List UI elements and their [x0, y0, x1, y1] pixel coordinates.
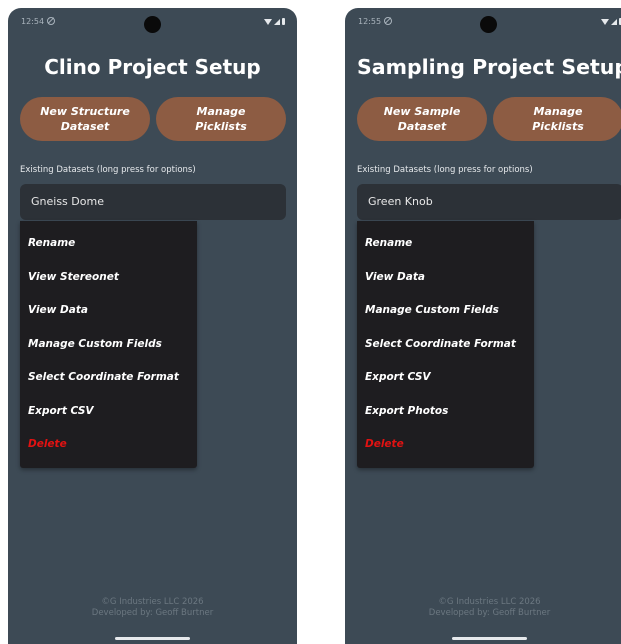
status-time: 12:55 — [358, 17, 393, 26]
menu-item-manage-custom-fields[interactable]: Manage Custom Fields — [365, 304, 499, 316]
existing-datasets-label: Existing Datasets (long press for option… — [357, 165, 533, 175]
page-title: Clino Project Setup — [44, 55, 261, 79]
menu-item-delete[interactable]: Delete — [28, 438, 67, 450]
battery-icon — [282, 18, 285, 25]
menu-item-export-csv[interactable]: Export CSV — [365, 371, 431, 383]
developer-credit: Developed by: Geoff Burtner — [428, 608, 551, 618]
menu-item-export-csv[interactable]: Export CSV — [28, 405, 94, 417]
dataset-options-menu: Rename View Stereonet View Data Manage C… — [20, 221, 197, 468]
wifi-icon — [264, 19, 272, 25]
menu-item-rename[interactable]: Rename — [365, 237, 412, 249]
menu-item-select-coordinate-format[interactable]: Select Coordinate Format — [28, 371, 179, 383]
developer-credit: Developed by: Geoff Burtner — [91, 608, 214, 618]
dataset-item-selected[interactable]: Green Knob — [357, 184, 621, 220]
manage-picklists-button[interactable]: Manage Picklists — [493, 97, 621, 141]
status-bar: 12:55 — [345, 8, 621, 38]
dataset-item-selected[interactable]: Gneiss Dome — [20, 184, 286, 220]
menu-item-manage-custom-fields[interactable]: Manage Custom Fields — [28, 338, 162, 350]
signal-icon — [611, 19, 617, 25]
existing-datasets-label: Existing Datasets (long press for option… — [20, 165, 196, 175]
menu-item-delete[interactable]: Delete — [365, 438, 404, 450]
sampling-setup-screen: 12:55 Sampling Project Setup New Sample … — [345, 8, 621, 644]
copyright-text: ©G Industries LLC 2026 — [438, 597, 541, 607]
camera-cutout — [480, 16, 497, 33]
clino-setup-screen: 12:54 Clino Project Setup New Structure … — [8, 8, 297, 644]
gesture-nav-handle[interactable] — [115, 637, 190, 640]
menu-item-view-data[interactable]: View Data — [365, 271, 425, 283]
footer-credits: ©G Industries LLC 2026 Developed by: Geo… — [345, 597, 621, 619]
camera-cutout — [144, 16, 161, 33]
status-bar: 12:54 — [8, 8, 297, 38]
screenshot-stage: 12:54 Clino Project Setup New Structure … — [0, 0, 621, 644]
page-title: Sampling Project Setup — [357, 55, 621, 79]
dataset-options-menu: Rename View Data Manage Custom Fields Se… — [357, 221, 534, 468]
menu-item-view-stereonet[interactable]: View Stereonet — [28, 271, 119, 283]
menu-item-view-data[interactable]: View Data — [28, 304, 88, 316]
gesture-nav-handle[interactable] — [452, 637, 527, 640]
wifi-icon — [601, 19, 609, 25]
status-icons — [601, 18, 621, 25]
menu-item-select-coordinate-format[interactable]: Select Coordinate Format — [365, 338, 516, 350]
status-time: 12:54 — [21, 17, 56, 26]
status-icons — [264, 18, 285, 25]
do-not-disturb-icon — [47, 17, 56, 25]
manage-picklists-button[interactable]: Manage Picklists — [156, 97, 286, 141]
do-not-disturb-icon — [384, 17, 393, 25]
new-structure-dataset-button[interactable]: New Structure Dataset — [20, 97, 150, 141]
copyright-text: ©G Industries LLC 2026 — [101, 597, 204, 607]
menu-item-export-photos[interactable]: Export Photos — [365, 405, 448, 417]
menu-item-rename[interactable]: Rename — [28, 237, 75, 249]
signal-icon — [274, 19, 280, 25]
footer-credits: ©G Industries LLC 2026 Developed by: Geo… — [8, 597, 297, 619]
new-sample-dataset-button[interactable]: New Sample Dataset — [357, 97, 487, 141]
